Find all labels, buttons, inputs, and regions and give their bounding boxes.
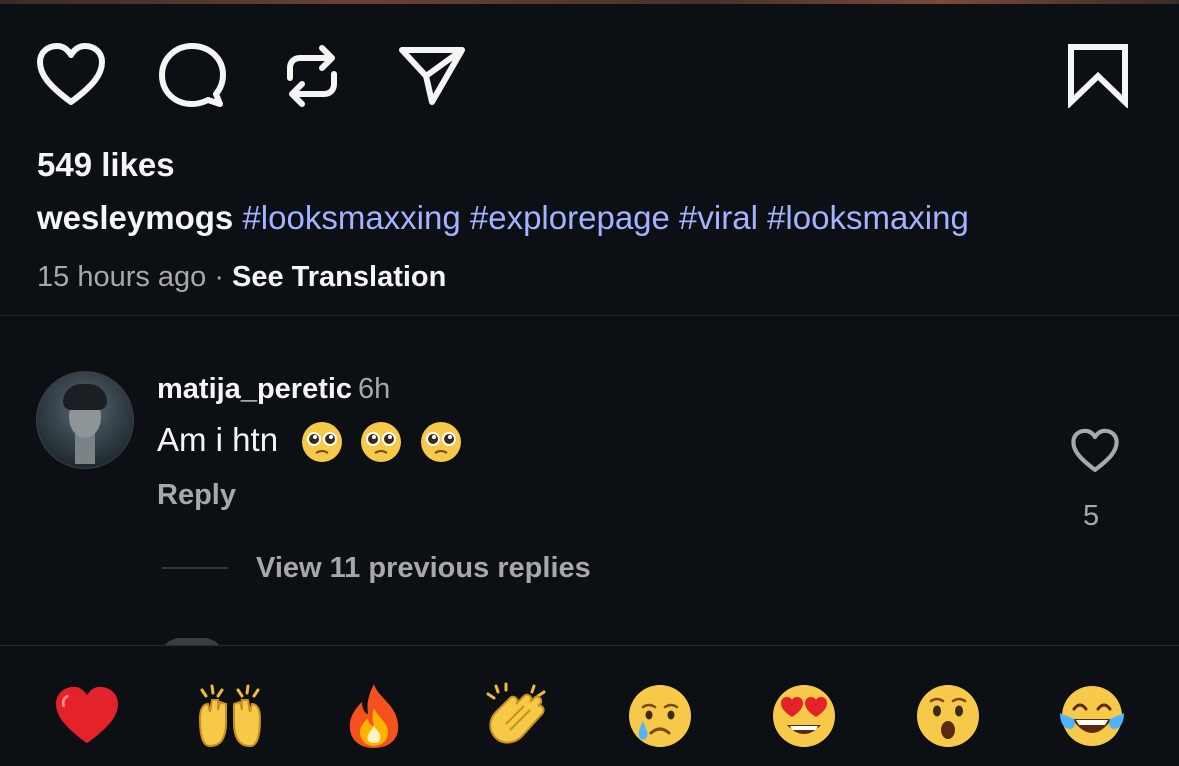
post-meta: 15 hours ago · See Translation (37, 261, 446, 294)
share-icon[interactable] (396, 42, 468, 108)
view-replies-button[interactable]: View 11 previous replies (256, 552, 591, 585)
replies-line (162, 567, 228, 569)
pleading-face-icon (360, 421, 402, 463)
crying-face-icon[interactable] (626, 682, 694, 750)
comment-header: matija_peretic 6h (157, 373, 390, 406)
comment-username[interactable]: matija_peretic (157, 373, 352, 405)
pleading-face-icon (420, 421, 462, 463)
likes-count[interactable]: 549 likes (37, 146, 175, 184)
heart-icon[interactable] (36, 42, 106, 108)
red-heart-icon[interactable] (53, 682, 121, 750)
see-translation-link[interactable]: See Translation (232, 261, 446, 293)
avatar[interactable] (36, 371, 134, 469)
reaction-bar (0, 646, 1179, 766)
meta-separator: · (214, 261, 224, 293)
raising-hands-icon[interactable] (196, 682, 264, 750)
caption: wesleymogs #looksmaxxing #explorepage #v… (37, 198, 969, 238)
comment-like-count: 5 (1083, 500, 1100, 532)
caption-username[interactable]: wesleymogs (37, 199, 233, 236)
astonished-face-icon[interactable] (914, 682, 982, 750)
comment-body: Am i htn (157, 421, 462, 463)
reaction-bar-divider (0, 645, 1179, 646)
clapping-hands-icon[interactable] (484, 682, 552, 750)
comment-icon[interactable] (158, 42, 226, 108)
pleading-face-icon (301, 421, 343, 463)
section-divider (0, 315, 1179, 316)
caption-hashtags[interactable]: #looksmaxxing #explorepage #viral #looks… (242, 199, 968, 236)
repost-icon[interactable] (280, 40, 344, 112)
heart-eyes-icon[interactable] (770, 682, 838, 750)
fire-icon[interactable] (340, 682, 408, 750)
comment-time: 6h (358, 373, 391, 405)
reply-button[interactable]: Reply (157, 479, 236, 512)
post-image-edge (0, 0, 1179, 4)
comment-heart-icon[interactable] (1070, 428, 1120, 474)
comment-text: Am i htn (157, 421, 279, 458)
tears-of-joy-icon[interactable] (1058, 682, 1126, 750)
post-time: 15 hours ago (37, 261, 207, 293)
bookmark-icon[interactable] (1066, 42, 1130, 108)
